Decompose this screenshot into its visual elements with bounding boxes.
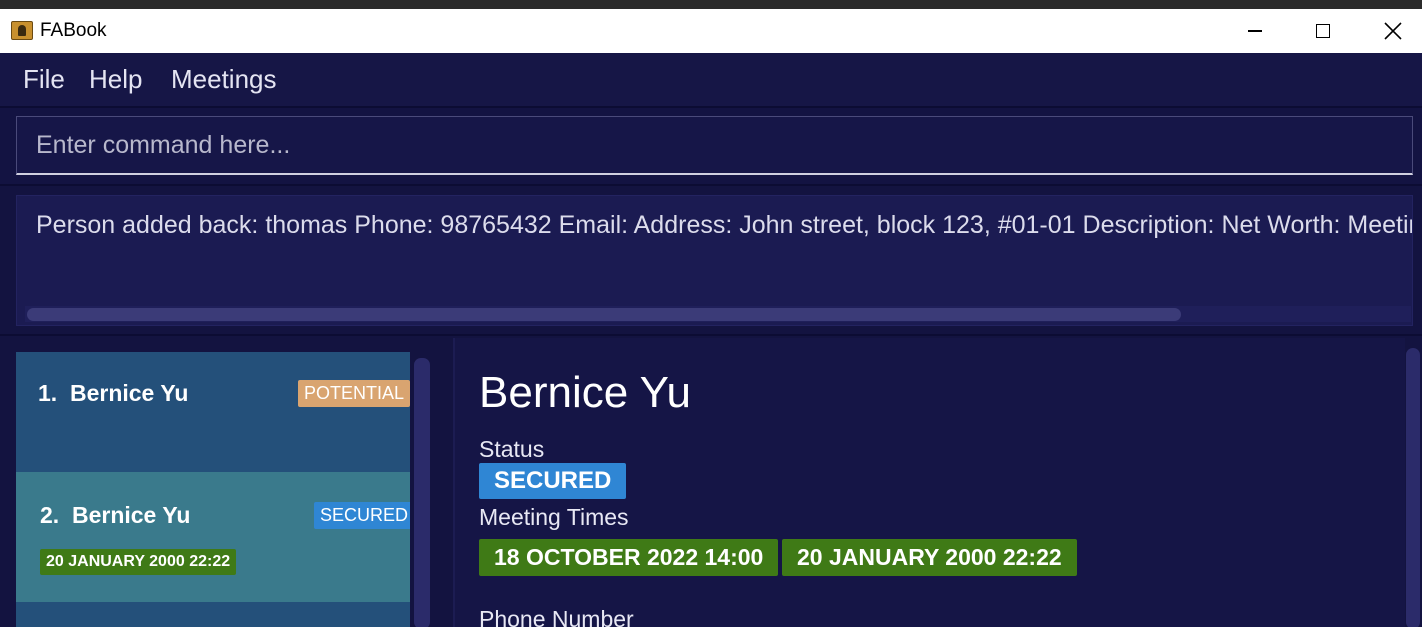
person-card-name-text: Bernice Yu [69,380,189,406]
app-window: File Help Meetings Person added back: th… [0,53,1422,627]
menu-bar: File Help Meetings [0,53,1422,106]
result-display-area: Person added back: thomas Phone: 9876543… [0,184,1422,334]
result-text: Person added back: thomas Phone: 9876543… [36,211,1413,239]
close-button[interactable] [1358,9,1422,53]
window-title: FABook [40,20,107,41]
command-box-area [0,106,1422,184]
person-card[interactable]: 1. Bernice Yu POTENTIAL [16,352,410,472]
menu-help[interactable]: Help [89,64,142,95]
meeting-time-tag: 20 JANUARY 2000 22:22 [40,549,237,575]
result-scroll-thumb[interactable] [27,308,1181,321]
meeting-time-badge: 20 JANUARY 2000 22:22 [782,539,1077,576]
person-card-index: 1. [38,380,58,406]
menu-meetings[interactable]: Meetings [171,64,277,95]
person-detail-panel: Bernice Yu Status SECURED Meeting Times … [453,338,1405,627]
status-tag-secured: SECURED [314,502,410,529]
person-card-index: 2. [40,502,60,528]
meeting-times-label: Meeting Times [479,504,629,530]
app-icon [11,21,33,40]
detail-name: Bernice Yu [479,368,692,417]
status-label: Status [479,436,545,462]
person-card-name-text: Bernice Yu [71,502,191,528]
result-display: Person added back: thomas Phone: 9876543… [16,195,1413,326]
menu-file[interactable]: File [23,64,65,95]
command-box [16,116,1413,175]
person-card[interactable] [16,602,410,627]
person-card-name: 1. Bernice Yu [38,380,188,407]
main-panel: 1. Bernice Yu POTENTIAL 2. Bernice Yu SE… [0,334,1422,627]
meeting-time-badge: 18 OCTOBER 2022 14:00 [479,539,779,576]
result-horizontal-scrollbar[interactable] [25,306,1411,322]
person-list-scrollbar[interactable] [414,358,430,627]
maximize-icon [1316,24,1330,38]
person-card-selected[interactable]: 2. Bernice Yu SECURED 20 JANUARY 2000 22… [16,472,410,602]
phone-number-label: Phone Number [479,606,634,627]
close-icon [1384,22,1402,40]
person-list: 1. Bernice Yu POTENTIAL 2. Bernice Yu SE… [16,352,410,627]
command-input[interactable] [17,117,1412,173]
maximize-button[interactable] [1288,9,1358,53]
minimize-button[interactable] [1220,9,1290,53]
title-bar: FABook [0,9,1422,53]
person-card-name: 2. Bernice Yu [40,502,190,529]
status-tag-potential: POTENTIAL [298,380,410,407]
detail-scrollbar[interactable] [1406,348,1420,627]
screen-top-strip [0,0,1422,9]
status-badge: SECURED [479,463,627,499]
minimize-icon [1248,30,1262,32]
